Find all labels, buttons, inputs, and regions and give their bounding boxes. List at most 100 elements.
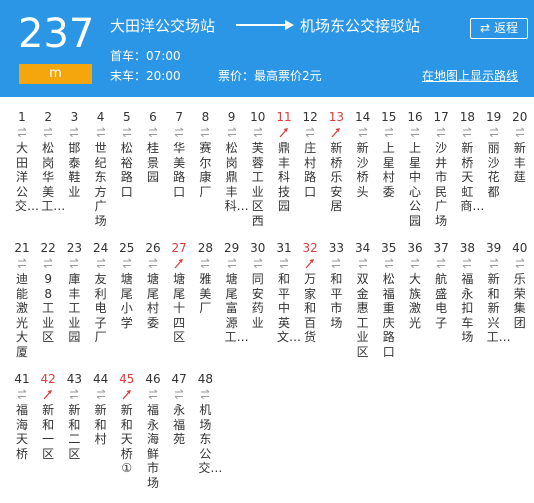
stop-name: 新和一区 bbox=[42, 403, 55, 461]
both-directions-icon bbox=[43, 127, 53, 138]
stop-name: 雅美厂 bbox=[199, 272, 212, 315]
both-directions-icon bbox=[436, 258, 446, 269]
stop-item[interactable]: 36 大族激光 bbox=[402, 240, 428, 330]
stop-item[interactable]: 39 新和新兴工… bbox=[481, 240, 511, 345]
stop-item[interactable]: 48 机场东公交… bbox=[192, 371, 223, 476]
stop-item[interactable]: 16 上星中心公园 bbox=[402, 109, 428, 228]
stop-name: 福永海鲜市场 bbox=[146, 403, 159, 490]
both-directions-icon bbox=[227, 127, 236, 138]
stop-item[interactable]: 42 新和一区 bbox=[35, 371, 61, 461]
stop-item[interactable]: 2 松岗华美工… bbox=[35, 109, 66, 214]
stop-item[interactable]: 11 鼎丰科技园 bbox=[271, 109, 297, 214]
stop-number: 2 bbox=[44, 110, 52, 124]
stop-name: 98工业区 bbox=[42, 272, 55, 344]
both-directions-icon bbox=[122, 127, 132, 138]
both-directions-icon bbox=[70, 127, 79, 138]
stop-item[interactable]: 3 邯泰鞋业 bbox=[61, 109, 87, 199]
stop-name: 松岗华美工… bbox=[41, 141, 66, 213]
stop-number: 37 bbox=[433, 241, 449, 255]
stop-item[interactable]: 47 永福苑 bbox=[166, 371, 192, 447]
route-number: 237 bbox=[18, 11, 95, 57]
stop-item[interactable]: 26 塘尾村委 bbox=[140, 240, 166, 330]
stop-item[interactable]: 1 大田洋公交… bbox=[9, 109, 39, 214]
stop-item[interactable]: 21 迪能激光大厦 bbox=[9, 240, 35, 359]
stop-item[interactable]: 40 乐荣集团 bbox=[507, 240, 533, 330]
stop-name: 新和天桥① bbox=[120, 403, 133, 475]
stop-item[interactable]: 18 新桥天虹商… bbox=[454, 109, 485, 214]
stop-name: 航盛电子 bbox=[435, 272, 448, 330]
stop-number: 17 bbox=[433, 110, 449, 124]
stop-item[interactable]: 7 华美路口 bbox=[166, 109, 192, 199]
stop-item[interactable]: 27 塘尾十四区 bbox=[166, 240, 192, 345]
stop-number: 38 bbox=[459, 241, 476, 255]
stop-item[interactable]: 12 庄村路口 bbox=[297, 109, 323, 199]
stop-number: 19 bbox=[485, 110, 502, 124]
stop-item[interactable]: 14 新沙桥头 bbox=[350, 109, 376, 199]
stop-item[interactable]: 4 世纪东方广场 bbox=[88, 109, 114, 228]
stop-item[interactable]: 10 芙蓉工业区西 bbox=[245, 109, 271, 228]
stop-number: 16 bbox=[407, 110, 423, 124]
stop-name: 上星中心公园 bbox=[408, 141, 421, 228]
stop-item[interactable]: 23 庫丰工业园 bbox=[61, 240, 87, 345]
stop-item[interactable]: 37 航盛电子 bbox=[428, 240, 454, 330]
stop-item[interactable]: 5 松裕路口 bbox=[114, 109, 140, 199]
stop-number: 4 bbox=[96, 110, 105, 124]
stop-number: 40 bbox=[512, 241, 528, 255]
stop-item[interactable]: 13 新桥乐安居 bbox=[323, 109, 349, 214]
stop-item[interactable]: 9 松岗鼎丰科… bbox=[219, 109, 249, 214]
both-directions-icon bbox=[96, 127, 105, 138]
stop-item[interactable]: 38 福永扣车场 bbox=[454, 240, 480, 345]
stop-number: 21 bbox=[14, 241, 30, 255]
stop-item[interactable]: 17 沙井市民广场 bbox=[428, 109, 454, 228]
stop-item[interactable]: 24 友利电子厂 bbox=[88, 240, 114, 345]
stop-item[interactable]: 46 福永海鲜市场 bbox=[140, 371, 166, 490]
stop-number: 30 bbox=[250, 241, 266, 255]
stop-name: 塘尾十四区 bbox=[173, 272, 186, 344]
stop-item[interactable]: 34 双金惠工业区 bbox=[350, 240, 376, 359]
stop-number: 15 bbox=[381, 110, 397, 124]
stop-item[interactable]: 41 福海天桥 bbox=[9, 371, 35, 461]
stop-number: 36 bbox=[407, 241, 423, 255]
both-directions-icon bbox=[17, 258, 27, 269]
stop-number: 47 bbox=[171, 372, 187, 386]
stop-name: 大族激光 bbox=[408, 272, 421, 330]
single-direction-icon bbox=[331, 128, 341, 138]
stop-item[interactable]: 22 98工业区 bbox=[35, 240, 61, 345]
stop-item[interactable]: 25 塘尾小学 bbox=[114, 240, 140, 330]
both-directions-icon bbox=[17, 127, 27, 138]
stop-number: 29 bbox=[223, 241, 240, 255]
both-directions-icon bbox=[463, 127, 472, 138]
stop-item[interactable]: 8 赛尔康厂 bbox=[192, 109, 218, 199]
single-direction-icon bbox=[279, 128, 288, 138]
stop-number: 14 bbox=[354, 110, 371, 124]
stop-number: 32 bbox=[302, 241, 318, 255]
both-directions-icon bbox=[253, 127, 263, 138]
stop-item[interactable]: 19 丽沙花都 bbox=[481, 109, 507, 199]
both-directions-icon bbox=[463, 258, 472, 269]
stop-item[interactable]: 6 桂景园 bbox=[140, 109, 166, 185]
stop-item[interactable]: 43 新和二区 bbox=[61, 371, 87, 461]
stop-number: 31 bbox=[276, 241, 292, 255]
stop-item[interactable]: 15 上星村委 bbox=[376, 109, 402, 199]
stop-item[interactable]: 44 新和村 bbox=[88, 371, 114, 447]
stop-item[interactable]: 29 塘尾富源工… bbox=[219, 240, 249, 345]
stop-item[interactable]: 31 和平中英文… bbox=[271, 240, 301, 345]
stop-item[interactable]: 30 同安药业 bbox=[245, 240, 271, 330]
stop-name: 赛尔康厂 bbox=[199, 141, 212, 199]
stop-name: 同安药业 bbox=[251, 272, 264, 330]
stop-item[interactable]: 33 和平市场 bbox=[323, 240, 349, 330]
both-directions-icon bbox=[227, 258, 236, 269]
stop-name: 新沙桥头 bbox=[356, 141, 369, 199]
stop-number: 3 bbox=[70, 110, 79, 124]
show-on-map-link[interactable]: 在地图上显示路线 bbox=[422, 68, 518, 84]
stop-item[interactable]: 45 新和天桥① bbox=[114, 371, 140, 476]
stop-item[interactable]: 35 松福重庆路口 bbox=[376, 240, 402, 359]
stop-item[interactable]: 20 新丰莛 bbox=[507, 109, 533, 185]
right-arrow-icon bbox=[236, 20, 294, 30]
stop-number: 23 bbox=[66, 241, 83, 255]
return-trip-button[interactable]: ⇄ 返程 bbox=[470, 18, 528, 39]
stop-item[interactable]: 32 万家和百货 bbox=[297, 240, 323, 345]
both-directions-icon bbox=[148, 389, 158, 400]
stop-name: 新桥天虹商… bbox=[460, 141, 485, 213]
stop-item[interactable]: 28 雅美厂 bbox=[192, 240, 218, 316]
